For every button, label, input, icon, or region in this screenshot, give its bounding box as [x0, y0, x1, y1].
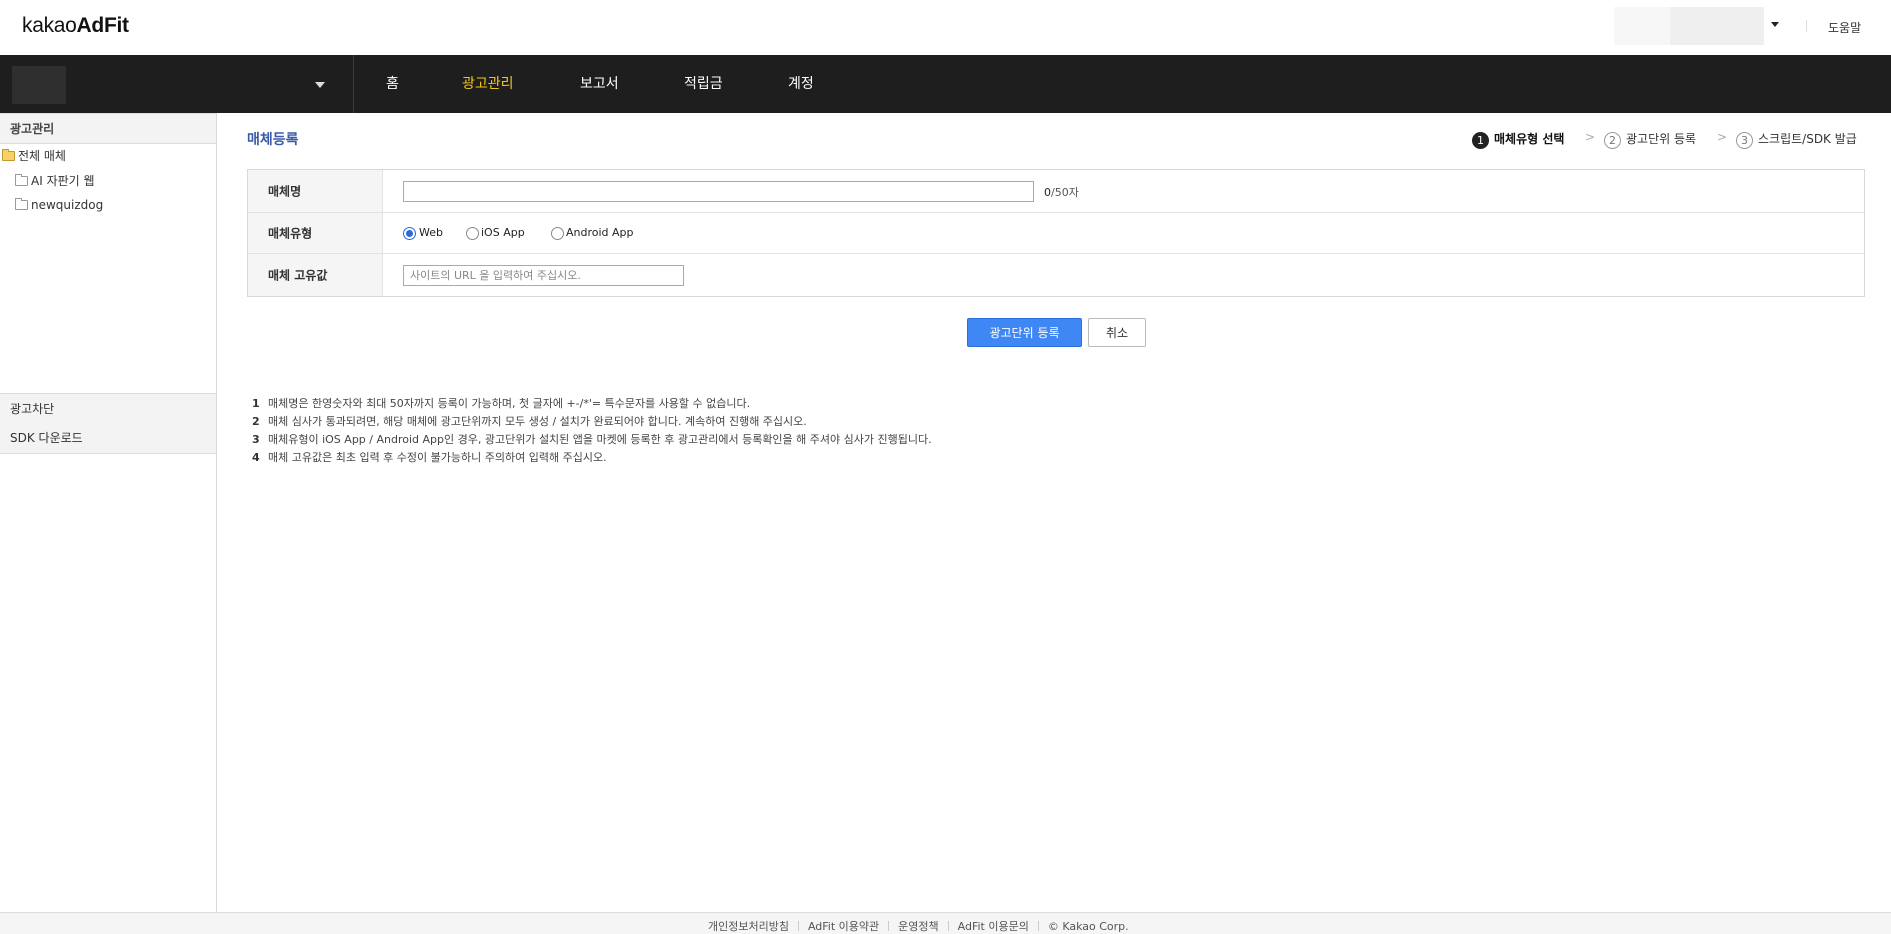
sidebar: 광고관리 전체 매체 AI 자판기 웹 newquizdog 광고차단 SDK … [0, 113, 217, 912]
step-number: 3 [1736, 132, 1753, 149]
radio-ios-app[interactable] [466, 227, 479, 240]
note-number: 1 [252, 397, 260, 410]
chevron-right-icon: > [1585, 130, 1596, 144]
footer-divider [1037, 921, 1039, 931]
form-row-name: 매체명 0/50자 [248, 170, 1864, 213]
account-name[interactable] [1670, 7, 1764, 45]
folder-icon [15, 174, 28, 186]
step-label: 스크립트/SDK 발급 [1758, 132, 1857, 146]
note-text: 매체 심사가 통과되려면, 해당 매체에 광고단위까지 모두 생성 / 설치가 … [268, 415, 807, 428]
step-3: 3 스크립트/SDK 발급 [1736, 130, 1857, 149]
note-text: 매체유형이 iOS App / Android App인 경우, 광고단위가 설… [268, 433, 932, 446]
field-label: 매체 고유값 [248, 254, 383, 296]
radio-label-android-app[interactable]: Android App [566, 226, 634, 239]
tree-item-all-media[interactable]: 전체 매체 [2, 147, 66, 164]
step-label: 매체유형 선택 [1494, 132, 1565, 146]
register-ad-unit-button[interactable]: 광고단위 등록 [967, 318, 1082, 347]
field-label: 매체유형 [248, 213, 383, 253]
form-row-unique: 매체 고유값 [248, 254, 1864, 296]
footer-links: 개인정보처리방침 AdFit 이용약관 운영정책 AdFit 이용문의 © Kakao … [708, 918, 1129, 934]
help-link[interactable]: 도움말 [1828, 19, 1861, 36]
radio-android-app[interactable] [551, 227, 564, 240]
media-unique-value-input[interactable] [403, 265, 684, 286]
nav-item-home[interactable]: 홈 [386, 55, 399, 113]
char-count: 0 [1044, 186, 1051, 199]
notes-list: 1 매체명은 한영숫자와 최대 50자까지 등록이 가능하며, 첫 글자에 +-/… [252, 395, 932, 467]
footer-divider [947, 921, 949, 931]
note-item: 2 매체 심사가 통과되려면, 해당 매체에 광고단위까지 모두 생성 / 설치가… [252, 413, 932, 431]
footer-link-policy[interactable]: 운영정책 [898, 920, 938, 933]
step-1: 1 매체유형 선택 [1472, 130, 1564, 149]
media-register-form: 매체명 0/50자 매체유형 Web iOS App Android App 매… [247, 169, 1865, 297]
cancel-button[interactable]: 취소 [1088, 318, 1146, 347]
logo-prefix: kakao [22, 14, 77, 37]
footer-link-terms[interactable]: AdFit 이용약관 [808, 920, 879, 933]
folder-icon [15, 198, 28, 210]
top-header: kakaoAdFit 도움말 [0, 0, 1891, 55]
tree-item-label: newquizdog [31, 198, 104, 212]
nav-item-ad-manage[interactable]: 광고관리 [462, 55, 514, 113]
folder-open-icon [2, 149, 15, 161]
kakao-adfit-logo[interactable]: kakaoAdFit [22, 14, 129, 38]
tree-item-label: 전체 매체 [18, 149, 66, 163]
chevron-right-icon: > [1717, 130, 1728, 144]
media-thumbnail [12, 66, 66, 104]
footer-copyright: © Kakao Corp. [1047, 920, 1129, 933]
tree-item-media[interactable]: newquizdog [15, 198, 103, 212]
note-item: 3 매체유형이 iOS App / Android App인 경우, 광고단위가 … [252, 431, 932, 449]
chevron-down-icon[interactable] [315, 82, 325, 88]
field-label-text: 매체유형 [268, 226, 313, 241]
field-label-text: 매체명 [268, 184, 302, 199]
char-max: /50자 [1051, 186, 1079, 199]
note-text: 매체 고유값은 최초 입력 후 수정이 불가능하니 주의하여 입력해 주십시오. [268, 451, 607, 464]
field-label-text: 매체 고유값 [268, 268, 328, 283]
footer-link-privacy[interactable]: 개인정보처리방침 [708, 920, 789, 933]
step-2: 2 광고단위 등록 [1604, 130, 1696, 149]
note-item: 4 매체 고유값은 최초 입력 후 수정이 불가능하니 주의하여 입력해 주십시오… [252, 449, 932, 467]
media-selector[interactable] [0, 55, 354, 113]
account-avatar[interactable] [1614, 7, 1670, 45]
main-navbar: 홈 광고관리 보고서 적립금 계정 [0, 55, 1891, 113]
sidebar-head-ad-block[interactable]: 광고차단 [0, 393, 216, 424]
footer-divider [797, 921, 799, 931]
nav-item-account[interactable]: 계정 [788, 55, 814, 113]
step-label: 광고단위 등록 [1626, 132, 1697, 146]
nav-item-points[interactable]: 적립금 [684, 55, 723, 113]
radio-web[interactable] [403, 227, 416, 240]
note-item: 1 매체명은 한영숫자와 최대 50자까지 등록이 가능하며, 첫 글자에 +-/… [252, 395, 932, 413]
footer: 개인정보처리방침 AdFit 이용약관 운영정책 AdFit 이용문의 © Kakao … [0, 912, 1891, 934]
footer-divider [888, 921, 890, 931]
step-number: 2 [1604, 132, 1621, 149]
sidebar-head-ad-manage[interactable]: 광고관리 [0, 113, 216, 144]
form-row-type: 매체유형 Web iOS App Android App [248, 213, 1864, 254]
step-number: 1 [1472, 132, 1489, 149]
tree-item-label: AI 자판기 웹 [31, 174, 95, 188]
page-title: 매체등록 [247, 132, 299, 148]
note-number: 3 [252, 433, 260, 446]
footer-link-contact[interactable]: AdFit 이용문의 [958, 920, 1029, 933]
logo-suffix: AdFit [76, 14, 129, 37]
header-divider [1806, 20, 1807, 32]
tree-item-media[interactable]: AI 자판기 웹 [15, 172, 95, 189]
sidebar-head-sdk-download[interactable]: SDK 다운로드 [0, 423, 216, 454]
radio-label-ios-app[interactable]: iOS App [481, 226, 525, 239]
media-name-input[interactable] [403, 181, 1034, 202]
field-label: 매체명 [248, 170, 383, 212]
nav-item-report[interactable]: 보고서 [580, 55, 619, 113]
note-number: 2 [252, 415, 260, 428]
radio-label-web[interactable]: Web [419, 226, 443, 239]
account-dropdown-icon[interactable] [1771, 22, 1779, 27]
char-counter: 0/50자 [1044, 184, 1079, 200]
note-text: 매체명은 한영숫자와 최대 50자까지 등록이 가능하며, 첫 글자에 +-/*… [268, 397, 751, 410]
note-number: 4 [252, 451, 260, 464]
